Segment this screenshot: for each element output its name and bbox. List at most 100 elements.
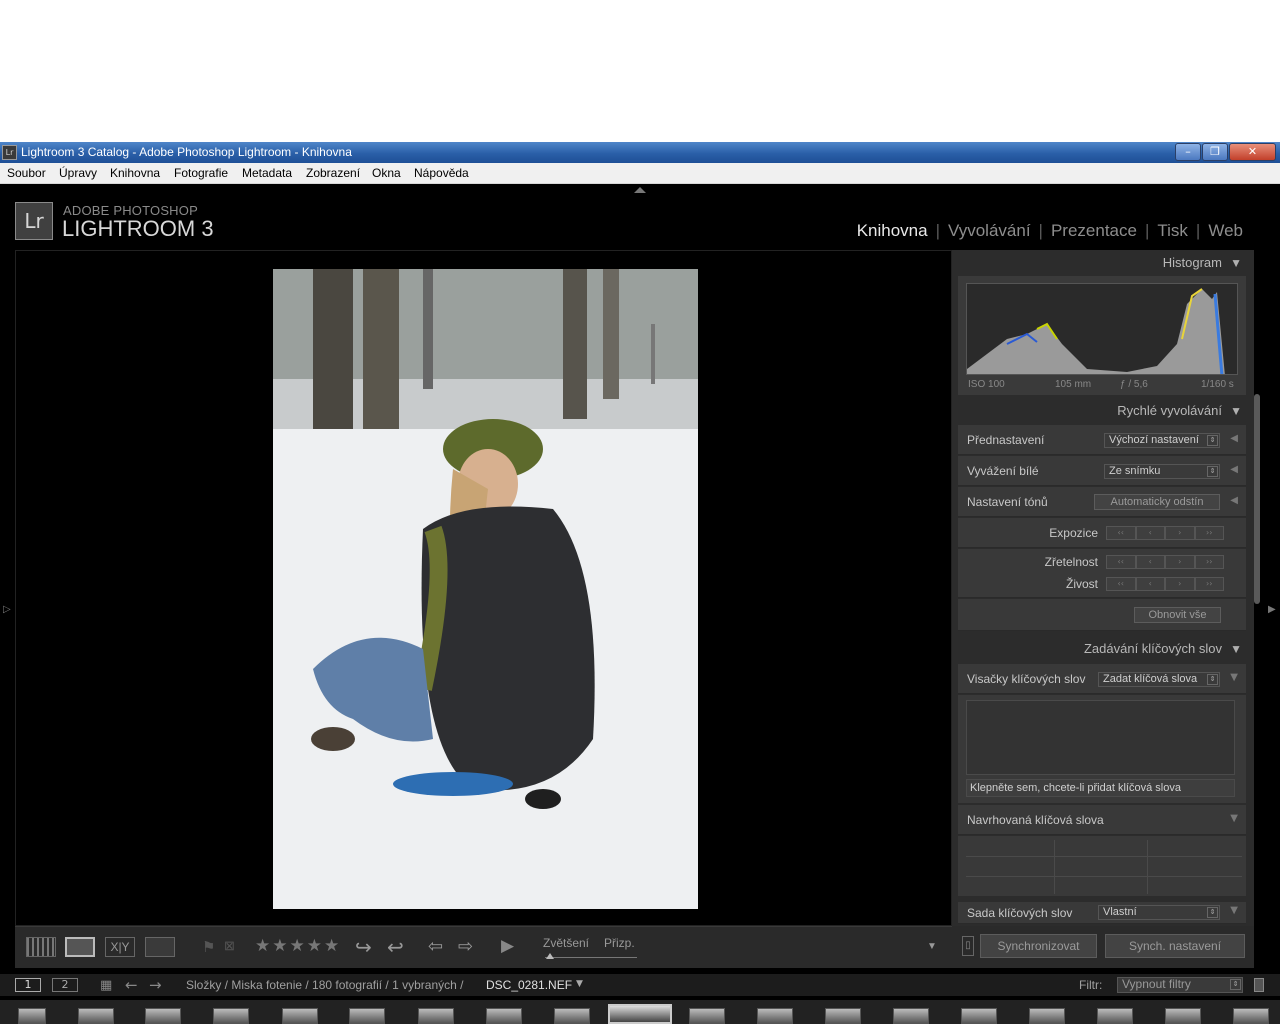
menu-okna[interactable]: Okna [372, 163, 401, 183]
menu-metadata[interactable]: Metadata [242, 163, 292, 183]
star-rating[interactable]: ★★★★★ [255, 936, 341, 956]
filmstrip-thumbnail[interactable] [418, 1008, 454, 1024]
filter-lock-icon[interactable] [1254, 978, 1264, 992]
filmstrip-thumbnail[interactable] [689, 1008, 725, 1024]
back-arrow-icon[interactable]: ← [125, 976, 138, 994]
rotate-left-icon[interactable]: ↪ [355, 935, 372, 960]
expand-left-icon[interactable]: ◀ [1230, 495, 1238, 506]
rotate-right-icon[interactable]: ↩ [387, 935, 404, 960]
exposure-decrease[interactable]: ‹ [1135, 526, 1165, 540]
next-photo-icon[interactable]: ⇨ [458, 936, 473, 957]
preset-select[interactable]: Výchozí nastavení ⇕ [1104, 433, 1220, 448]
exposure-decrease-large[interactable]: ‹‹ [1106, 526, 1136, 540]
menu-zobrazeni[interactable]: Zobrazení [306, 163, 360, 183]
collapse-top-panel-icon[interactable] [634, 187, 646, 193]
filmstrip-thumbnail[interactable] [78, 1008, 114, 1024]
minimize-button[interactable]: – [1175, 143, 1201, 161]
collapse-icon[interactable]: ▼ [1230, 672, 1238, 683]
module-knihovna[interactable]: Knihovna [857, 221, 928, 241]
quick-develop-header[interactable]: Rychlé vyvolávání ▼ [958, 398, 1246, 424]
filmstrip-thumbnail[interactable] [757, 1008, 793, 1024]
maximize-button[interactable]: ❐ [1202, 143, 1228, 161]
histogram-header[interactable]: Histogram ▼ [958, 250, 1246, 276]
filmstrip-thumbnail[interactable] [1029, 1008, 1065, 1024]
filter-select[interactable]: Vypnout filtry ⇕ [1117, 977, 1243, 993]
filmstrip-thumbnail[interactable] [1233, 1008, 1269, 1024]
clarity-increase[interactable]: › [1165, 555, 1195, 569]
collapse-icon[interactable]: ▼ [1230, 250, 1242, 276]
zoom-slider-handle[interactable] [546, 953, 554, 959]
filmstrip-thumbnail[interactable] [893, 1008, 929, 1024]
exposure-increase-large[interactable]: ›› [1194, 526, 1224, 540]
exposure-increase[interactable]: › [1165, 526, 1195, 540]
menu-upravy[interactable]: Úpravy [59, 163, 97, 183]
module-web[interactable]: Web [1208, 221, 1243, 241]
menu-knihovna[interactable]: Knihovna [110, 163, 160, 183]
reject-icon[interactable]: ⊠ [224, 938, 235, 954]
reset-all-button[interactable]: Obnovit vše [1134, 607, 1221, 623]
compare-view-button[interactable]: X|Y [105, 937, 135, 957]
auto-tone-button[interactable]: Automaticky odstín [1094, 494, 1220, 510]
filmstrip-thumbnail[interactable] [486, 1008, 522, 1024]
secondary-window-button[interactable]: 2 [52, 978, 78, 992]
keywording-header[interactable]: Zadávání klíčových slov ▼ [958, 636, 1246, 662]
filmstrip-thumbnail[interactable] [1097, 1008, 1133, 1024]
right-panel-toggle-icon[interactable]: ▶ [1268, 604, 1276, 615]
filmstrip-thumbnail[interactable] [961, 1008, 997, 1024]
expand-left-icon[interactable]: ◀ [1230, 433, 1238, 444]
keyword-tags-select[interactable]: Zadat klíčová slova ⇕ [1098, 672, 1220, 687]
current-filename[interactable]: DSC_0281.NEF [486, 978, 572, 992]
histogram-graph[interactable] [966, 283, 1238, 375]
module-tisk[interactable]: Tisk [1157, 221, 1188, 241]
menu-fotografie[interactable]: Fotografie [174, 163, 228, 183]
vibrance-decrease[interactable]: ‹ [1135, 577, 1165, 591]
filmstrip-thumbnail[interactable] [349, 1008, 385, 1024]
collapse-icon[interactable]: ▼ [1230, 813, 1238, 824]
left-panel-toggle-icon[interactable]: ▷ [3, 604, 11, 615]
clarity-increase-large[interactable]: ›› [1194, 555, 1224, 569]
slideshow-play-icon[interactable]: ▶ [501, 936, 514, 956]
flag-icon[interactable]: ⚑ [202, 938, 215, 956]
photo-preview[interactable] [273, 269, 698, 909]
menu-napoveda[interactable]: Nápověda [414, 163, 469, 183]
keyword-textarea[interactable] [966, 700, 1235, 775]
filmstrip-thumbnail[interactable] [213, 1008, 249, 1024]
keyword-set-select[interactable]: Vlastní ⇕ [1098, 905, 1220, 920]
clarity-decrease-large[interactable]: ‹‹ [1106, 555, 1136, 569]
primary-window-button[interactable]: 1 [15, 978, 41, 992]
grid-view-button[interactable] [26, 937, 56, 957]
menu-soubor[interactable]: Soubor [7, 163, 46, 183]
zoom-slider[interactable] [545, 957, 637, 958]
module-prezentace[interactable]: Prezentace [1051, 221, 1137, 241]
filename-chevron-down-icon[interactable]: ▼ [576, 979, 583, 989]
collapse-icon[interactable]: ▼ [1230, 636, 1242, 662]
filmstrip-thumbnail[interactable] [18, 1008, 46, 1024]
breadcrumb[interactable]: Složky / Miska fotenie / 180 fotografií … [186, 978, 463, 992]
clarity-decrease[interactable]: ‹ [1135, 555, 1165, 569]
vibrance-decrease-large[interactable]: ‹‹ [1106, 577, 1136, 591]
filmstrip-thumbnail[interactable] [282, 1008, 318, 1024]
collapse-icon[interactable]: ▼ [1230, 905, 1238, 916]
forward-arrow-icon[interactable]: → [149, 976, 162, 994]
white-balance-select[interactable]: Ze snímku ⇕ [1104, 464, 1220, 479]
toolbar-options-chevron-down-icon[interactable]: ▼ [927, 941, 937, 952]
sync-settings-button[interactable]: Synch. nastavení [1105, 934, 1245, 958]
close-button[interactable]: ✕ [1229, 143, 1276, 161]
vibrance-increase[interactable]: › [1165, 577, 1195, 591]
filmstrip-thumbnail[interactable] [825, 1008, 861, 1024]
filmstrip-thumbnail[interactable] [1165, 1008, 1201, 1024]
sync-toggle[interactable]: ▯ [962, 936, 974, 956]
add-keyword-field[interactable]: Klepněte sem, chcete-li přidat klíčová s… [966, 779, 1235, 797]
sync-button[interactable]: Synchronizovat [980, 934, 1097, 958]
vibrance-increase-large[interactable]: ›› [1194, 577, 1224, 591]
filmstrip-thumbnail[interactable] [145, 1008, 181, 1024]
filmstrip-thumbnail[interactable] [554, 1008, 590, 1024]
grid-icon[interactable]: ▦ [100, 978, 112, 993]
filmstrip-thumbnail-selected[interactable] [608, 1004, 672, 1024]
previous-photo-icon[interactable]: ⇦ [428, 936, 443, 957]
fit-label[interactable]: Přizp. [604, 936, 635, 950]
collapse-icon[interactable]: ▼ [1230, 398, 1242, 424]
expand-left-icon[interactable]: ◀ [1230, 464, 1238, 475]
survey-view-button[interactable] [145, 937, 175, 957]
loupe-view-button[interactable] [65, 937, 95, 957]
